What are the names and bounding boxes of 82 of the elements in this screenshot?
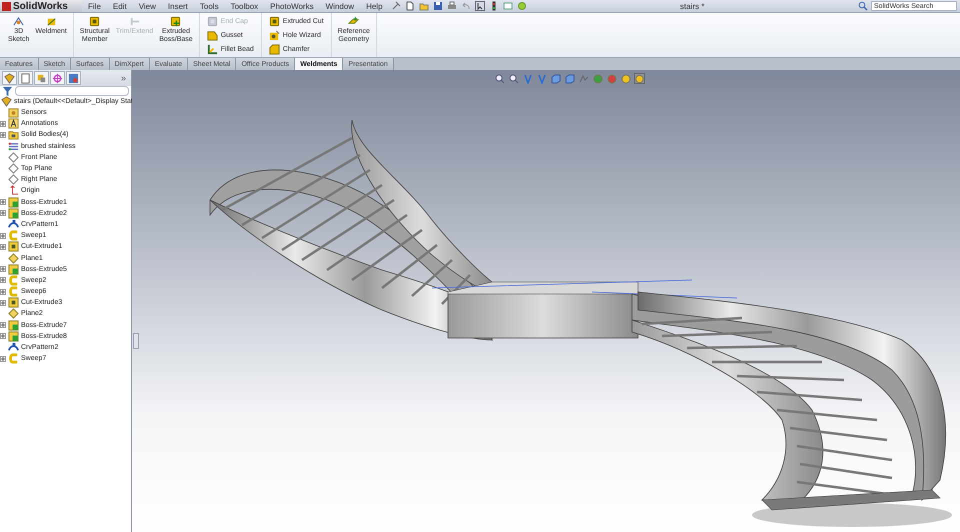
plane-icon	[8, 308, 19, 320]
filter-field[interactable]	[15, 86, 129, 96]
view-button[interactable]	[494, 73, 505, 84]
expand-icon[interactable]	[0, 288, 6, 295]
origin-icon	[8, 185, 19, 196]
frame-icon	[46, 16, 57, 27]
pattern-icon	[8, 218, 19, 230]
part-icon	[1, 96, 12, 107]
block-icon	[170, 16, 182, 27]
block-icon	[268, 16, 280, 26]
trim-icon	[128, 16, 140, 27]
sweep-icon	[8, 286, 19, 298]
gusset-icon	[206, 30, 218, 40]
expand-icon[interactable]	[0, 333, 6, 340]
search-icon[interactable]	[858, 1, 868, 11]
plane-icon	[8, 174, 19, 186]
expand-icon[interactable]	[0, 356, 6, 362]
sensor-icon	[8, 107, 19, 118]
sweep-icon	[8, 274, 19, 286]
extrude-icon	[8, 208, 19, 219]
more-button[interactable]: »	[120, 73, 129, 83]
menu-item[interactable]: Toolbox	[224, 2, 264, 10]
menu-item[interactable]: Insert	[162, 2, 194, 10]
save-icon[interactable]	[432, 1, 443, 11]
part-icon	[4, 72, 15, 84]
folder-icon	[8, 129, 19, 140]
expand-icon[interactable]	[0, 210, 6, 216]
dimxpert-tab[interactable]	[50, 71, 65, 85]
hole-icon	[268, 30, 280, 40]
menu-item[interactable]: Edit	[106, 2, 133, 10]
block-icon	[206, 16, 218, 26]
expand-icon[interactable]	[0, 322, 6, 328]
pattern-icon	[8, 342, 19, 354]
plane-icon	[8, 252, 19, 264]
sketch-icon	[13, 16, 24, 27]
expand-icon[interactable]	[0, 132, 6, 138]
configuration-tab[interactable]	[34, 71, 49, 85]
extrude-icon	[8, 330, 19, 342]
configuration-icon	[36, 72, 47, 84]
document-icon	[20, 72, 31, 84]
expand-icon[interactable]	[0, 120, 6, 127]
properties-tab[interactable]	[18, 71, 33, 85]
cursor-icon[interactable]	[474, 1, 485, 11]
printer-icon[interactable]	[446, 1, 457, 11]
cut-icon	[8, 241, 19, 252]
crosshair-icon	[52, 72, 63, 84]
tree-tab[interactable]	[2, 71, 17, 85]
zoom-fit-icon	[494, 74, 504, 84]
extrude-icon	[8, 320, 19, 331]
bead-icon	[206, 44, 218, 54]
menu-item[interactable]: View	[132, 2, 162, 10]
menu-item[interactable]: File	[82, 2, 107, 10]
sweep-icon	[8, 230, 19, 242]
menu-item[interactable]: Help	[360, 2, 389, 10]
display-tab[interactable]	[66, 71, 81, 85]
app-logo: SolidWorks	[0, 0, 82, 12]
zoom-icon	[508, 74, 518, 84]
expand-icon[interactable]	[0, 266, 6, 272]
expand-icon[interactable]	[0, 232, 6, 239]
display-icon	[68, 72, 79, 84]
sweep-icon	[8, 353, 19, 364]
menu-item[interactable]: PhotoWorks	[264, 2, 320, 10]
extrude-icon	[8, 196, 19, 208]
chamfer-icon	[268, 44, 280, 54]
plane-icon	[348, 16, 360, 27]
folder-icon[interactable]	[418, 1, 429, 11]
menu-item[interactable]: Window	[320, 2, 360, 10]
document-title: stairs *	[680, 2, 704, 10]
view-button[interactable]	[508, 73, 519, 84]
expand-icon[interactable]	[0, 244, 6, 250]
cut-icon	[8, 297, 19, 308]
expand-icon[interactable]	[0, 277, 6, 284]
extrude-icon	[8, 264, 19, 275]
plane-icon	[8, 152, 19, 163]
plane-icon	[8, 163, 19, 174]
annotation-icon	[8, 118, 19, 130]
block-icon	[89, 16, 100, 27]
expand-icon[interactable]	[0, 300, 6, 306]
material-icon	[8, 140, 19, 152]
new-file-icon[interactable]	[404, 1, 415, 11]
menu-item[interactable]: Tools	[194, 2, 225, 10]
expand-icon[interactable]	[0, 199, 6, 206]
